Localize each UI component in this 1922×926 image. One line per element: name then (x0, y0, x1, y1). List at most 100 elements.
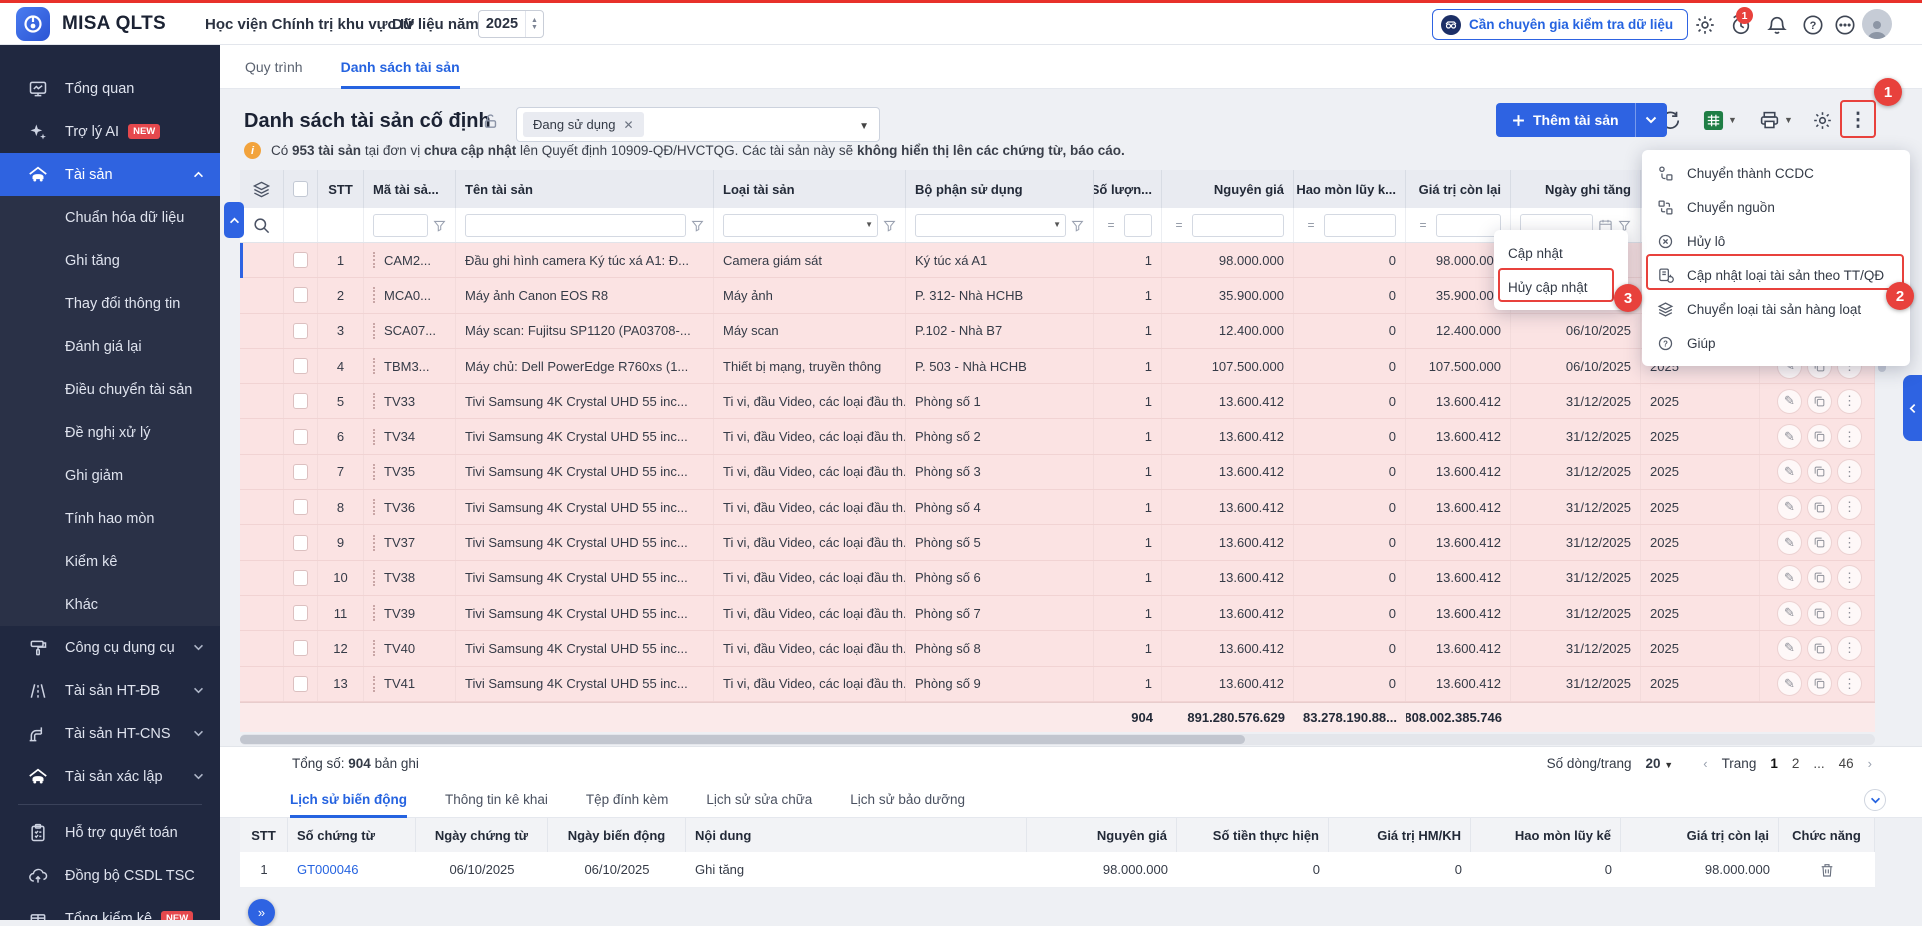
status-filter-combobox[interactable]: Đang sử dụng ✕ ▼ (516, 107, 880, 142)
row-more-button[interactable]: ⋮ (1837, 601, 1862, 626)
copy-button[interactable] (1807, 424, 1832, 449)
edit-button[interactable]: ✎ (1777, 636, 1802, 661)
sidebar-item-công-cụ-dụng-cụ[interactable]: Công cụ dụng cụ (0, 626, 220, 669)
row-more-button[interactable]: ⋮ (1837, 424, 1862, 449)
sidebar-subitem-đề-nghị-xử-lý[interactable]: Đề nghị xử lý (0, 411, 220, 454)
copy-button[interactable] (1807, 459, 1832, 484)
spinner-arrows-icon[interactable]: ▲▼ (525, 11, 543, 37)
more-menu-icon[interactable] (1832, 12, 1858, 38)
filter-input-cost[interactable] (1192, 214, 1284, 237)
copy-button[interactable] (1807, 389, 1832, 414)
page-number[interactable]: 2 (1792, 756, 1800, 771)
settings-gear-icon[interactable] (1692, 12, 1718, 38)
edit-button[interactable]: ✎ (1777, 565, 1802, 590)
row-more-button[interactable]: ⋮ (1837, 671, 1862, 696)
add-asset-caret-icon[interactable] (1635, 103, 1667, 137)
equals-operator[interactable]: = (1415, 218, 1431, 232)
menu-item-chuyển-loại-tài-sản-hàng-loạt[interactable]: Chuyển loại tài sản hàng loạt (1642, 292, 1910, 326)
table-row[interactable]: 10TV38Tivi Samsung 4K Crystal UHD 55 inc… (240, 561, 1875, 596)
bell-icon[interactable] (1764, 12, 1790, 38)
sidebar-subitem-chuẩn-hóa-dữ-liệu[interactable]: Chuẩn hóa dữ liệu (0, 196, 220, 239)
sidebar-item-trợ-lý-ai[interactable]: Trợ lý AINEW (0, 110, 220, 153)
row-more-button[interactable]: ⋮ (1837, 495, 1862, 520)
copy-button[interactable] (1807, 636, 1832, 661)
row-checkbox[interactable] (293, 252, 308, 268)
combobox-caret-icon[interactable]: ▼ (859, 121, 869, 132)
row-checkbox[interactable] (293, 499, 308, 515)
history-row[interactable]: 1GT00004606/10/202506/10/2025Ghi tăng98.… (240, 852, 1875, 888)
table-row[interactable]: 6TV34Tivi Samsung 4K Crystal UHD 55 inc.… (240, 419, 1875, 454)
row-checkbox[interactable] (293, 640, 308, 656)
tab-quy-trình[interactable]: Quy trình (245, 45, 303, 89)
table-row[interactable]: 7TV35Tivi Samsung 4K Crystal UHD 55 inc.… (240, 455, 1875, 490)
detail-tab-5[interactable]: Lịch sử bảo dưỡng (850, 782, 965, 818)
context-item-cập-nhật[interactable]: Cập nhật (1494, 236, 1628, 270)
row-checkbox[interactable] (293, 605, 308, 621)
sidebar-item-tổng-kiểm-kê[interactable]: Tổng kiểm kêNEW (0, 897, 220, 920)
export-excel-button[interactable]: ▼ (1696, 104, 1744, 136)
sidebar-subitem-khác[interactable]: Khác (0, 583, 220, 626)
table-row[interactable]: 1CAM2...Đầu ghi hình camera Ký túc xá A1… (240, 243, 1875, 278)
sidebar-collapse-tab[interactable] (224, 202, 244, 238)
table-row[interactable]: 13TV41Tivi Samsung 4K Crystal UHD 55 inc… (240, 667, 1875, 702)
table-row[interactable]: 5TV33Tivi Samsung 4K Crystal UHD 55 inc.… (240, 384, 1875, 419)
expand-sidebar-button[interactable]: » (248, 899, 275, 926)
table-row[interactable]: 11TV39Tivi Samsung 4K Crystal UHD 55 inc… (240, 596, 1875, 631)
sidebar-subitem-ghi-giảm[interactable]: Ghi giảm (0, 454, 220, 497)
user-avatar[interactable] (1862, 9, 1892, 39)
sidebar-subitem-điều-chuyển-tài-sản[interactable]: Điều chuyển tài sản (0, 368, 220, 411)
table-row[interactable]: 9TV37Tivi Samsung 4K Crystal UHD 55 inc.… (240, 525, 1875, 560)
year-spinner[interactable]: 2025 ▲▼ (478, 10, 544, 38)
filter-input-dep[interactable] (1324, 214, 1396, 237)
collapse-panel-icon[interactable] (1864, 789, 1886, 811)
row-checkbox[interactable] (293, 287, 308, 303)
edit-button[interactable]: ✎ (1777, 601, 1802, 626)
table-row[interactable]: 8TV36Tivi Samsung 4K Crystal UHD 55 inc.… (240, 490, 1875, 525)
copy-button[interactable] (1807, 565, 1832, 590)
row-more-button[interactable]: ⋮ (1837, 459, 1862, 484)
rows-per-page-select[interactable]: 20 ▼ (1646, 756, 1674, 771)
filter-input-code[interactable] (373, 214, 428, 237)
search-icon-cell[interactable] (240, 208, 284, 242)
next-page-icon[interactable]: › (1868, 756, 1872, 771)
table-row[interactable]: 4TBM3...Máy chủ: Dell PowerEdge R760xs (… (240, 349, 1875, 384)
detail-tab-3[interactable]: Tệp đính kèm (586, 782, 669, 818)
row-checkbox[interactable] (293, 393, 308, 409)
menu-item-giúp[interactable]: ?Giúp (1642, 326, 1910, 360)
right-panel-tab[interactable] (1903, 375, 1922, 441)
row-checkbox[interactable] (293, 323, 308, 339)
table-row[interactable]: 3SCA07...Máy scan: Fujitsu SP1120 (PA037… (240, 314, 1875, 349)
tab-danh-sách-tài-sản[interactable]: Danh sách tài sản (341, 45, 460, 89)
prev-page-icon[interactable]: ‹ (1703, 756, 1707, 771)
sidebar-subitem-ghi-tăng[interactable]: Ghi tăng (0, 239, 220, 282)
edit-button[interactable]: ✎ (1777, 671, 1802, 696)
print-button[interactable]: ▼ (1752, 104, 1800, 136)
filter-input-remain[interactable] (1436, 214, 1501, 237)
copy-button[interactable] (1807, 601, 1832, 626)
row-checkbox[interactable] (293, 535, 308, 551)
row-more-button[interactable]: ⋮ (1837, 389, 1862, 414)
table-settings-gear-icon[interactable] (1806, 104, 1838, 136)
menu-item-hủy-lô[interactable]: Hủy lô (1642, 224, 1910, 258)
sidebar-item-tài-sản-ht-cns[interactable]: Tài sản HT-CNS (0, 712, 220, 755)
sidebar-item-tài-sản[interactable]: Tài sản (0, 153, 220, 196)
filter-chip[interactable]: Đang sử dụng ✕ (523, 112, 644, 137)
equals-operator[interactable]: = (1303, 218, 1319, 232)
unlock-icon[interactable] (482, 113, 499, 130)
row-checkbox[interactable] (293, 358, 308, 374)
table-row[interactable]: 12TV40Tivi Samsung 4K Crystal UHD 55 inc… (240, 631, 1875, 666)
sidebar-item-tổng-quan[interactable]: Tổng quan (0, 67, 220, 110)
filter-select-type[interactable]: ▼ (723, 214, 878, 237)
filter-select-dept[interactable]: ▼ (915, 214, 1066, 237)
help-icon[interactable]: ? (1800, 12, 1826, 38)
row-checkbox[interactable] (293, 429, 308, 445)
more-actions-kebab-icon[interactable]: ⋮ (1844, 104, 1872, 136)
row-checkbox[interactable] (293, 676, 308, 692)
detail-tab-1[interactable]: Lịch sử biến động (290, 782, 407, 818)
org-name[interactable]: Học viện Chính trị khu vực IV (205, 16, 414, 33)
copy-button[interactable] (1807, 495, 1832, 520)
page-number[interactable]: 46 (1839, 756, 1854, 771)
horizontal-scrollbar[interactable] (240, 734, 1875, 745)
context-item-hủy-cập-nhật[interactable]: Hủy cập nhật (1494, 270, 1628, 304)
sidebar-subitem-thay-đổi-thông-tin[interactable]: Thay đổi thông tin (0, 282, 220, 325)
